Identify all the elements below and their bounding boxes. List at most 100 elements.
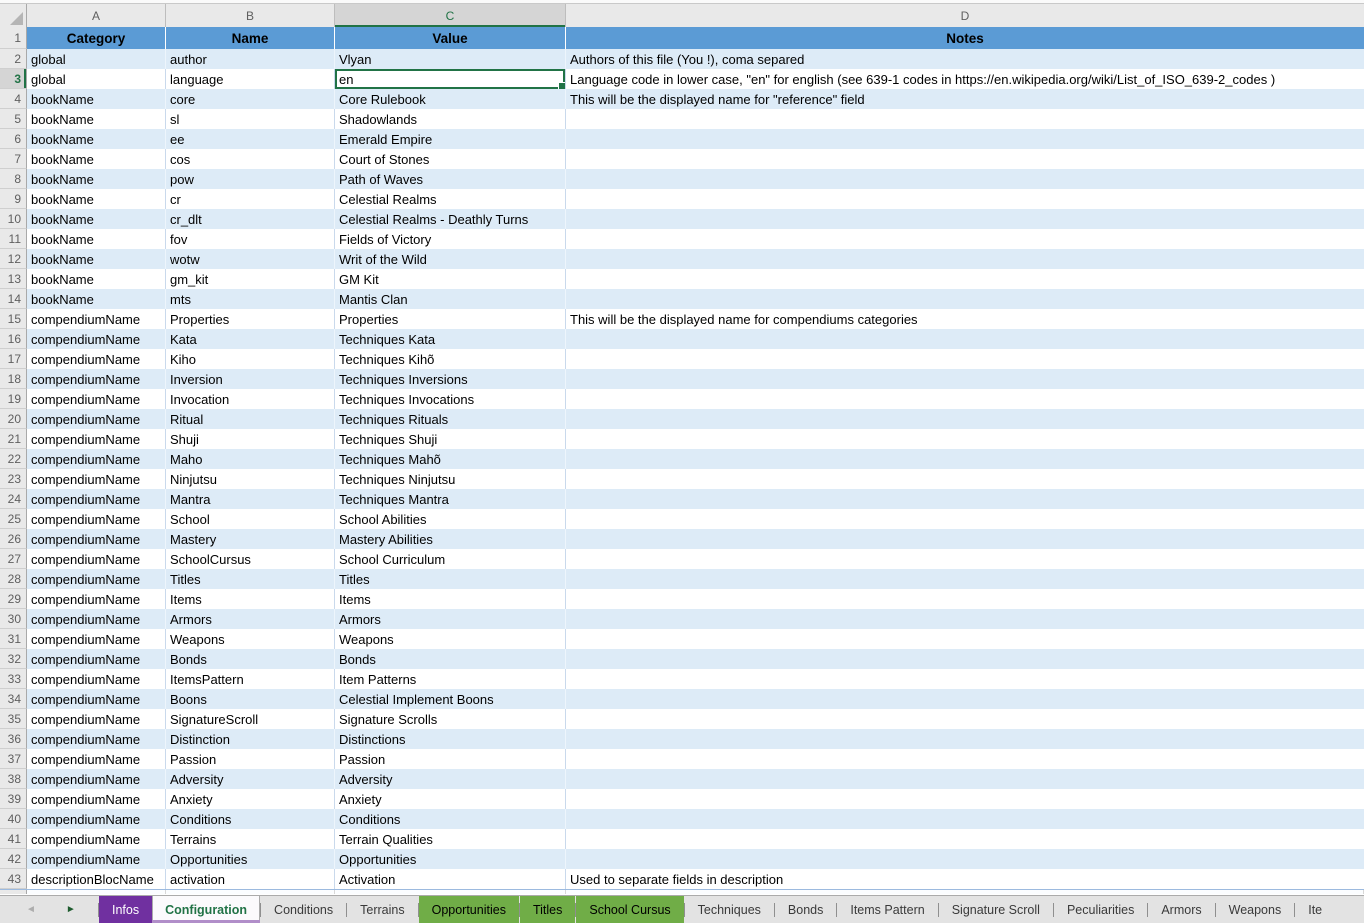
- cell-D11[interactable]: [566, 229, 1364, 249]
- cell-C29[interactable]: Items: [335, 589, 566, 609]
- cell-B18[interactable]: Inversion: [166, 369, 335, 389]
- cell-C20[interactable]: Techniques Rituals: [335, 409, 566, 429]
- cell-D3[interactable]: Language code in lower case, "en" for en…: [566, 69, 1364, 89]
- cell-B27[interactable]: SchoolCursus: [166, 549, 335, 569]
- cell-C38[interactable]: Adversity: [335, 769, 566, 789]
- cell-D24[interactable]: [566, 489, 1364, 509]
- select-all-corner[interactable]: [0, 4, 27, 27]
- cell-C30[interactable]: Armors: [335, 609, 566, 629]
- cell-A16[interactable]: compendiumName: [27, 329, 166, 349]
- cell-B14[interactable]: mts: [166, 289, 335, 309]
- sheet-tab-techniques[interactable]: Techniques: [685, 896, 774, 923]
- cell-A41[interactable]: compendiumName: [27, 829, 166, 849]
- row-number-37[interactable]: 37: [0, 749, 27, 769]
- cell-C25[interactable]: School Abilities: [335, 509, 566, 529]
- cell-B26[interactable]: Mastery: [166, 529, 335, 549]
- row-number-43[interactable]: 43: [0, 869, 27, 889]
- cell-A8[interactable]: bookName: [27, 169, 166, 189]
- cell-C9[interactable]: Celestial Realms: [335, 189, 566, 209]
- column-header-b[interactable]: B: [166, 4, 335, 27]
- cell-D15[interactable]: This will be the displayed name for comp…: [566, 309, 1364, 329]
- sheet-tab-weapons[interactable]: Weapons: [1216, 896, 1295, 923]
- cell-C37[interactable]: Passion: [335, 749, 566, 769]
- cell-B29[interactable]: Items: [166, 589, 335, 609]
- row-number-16[interactable]: 16: [0, 329, 27, 349]
- cell-D19[interactable]: [566, 389, 1364, 409]
- cell-B10[interactable]: cr_dlt: [166, 209, 335, 229]
- cell-D37[interactable]: [566, 749, 1364, 769]
- row-number-20[interactable]: 20: [0, 409, 27, 429]
- cell-B40[interactable]: Conditions: [166, 809, 335, 829]
- cell-D8[interactable]: [566, 169, 1364, 189]
- sheet-tab-opportunities[interactable]: Opportunities: [419, 896, 519, 923]
- cell-B5[interactable]: sl: [166, 109, 335, 129]
- row-number-27[interactable]: 27: [0, 549, 27, 569]
- cell-A39[interactable]: compendiumName: [27, 789, 166, 809]
- cell-D5[interactable]: [566, 109, 1364, 129]
- cell-B43[interactable]: activation: [166, 869, 335, 889]
- cell-D36[interactable]: [566, 729, 1364, 749]
- cell-A25[interactable]: compendiumName: [27, 509, 166, 529]
- cell-B17[interactable]: Kiho: [166, 349, 335, 369]
- cell-B38[interactable]: Adversity: [166, 769, 335, 789]
- cell-A21[interactable]: compendiumName: [27, 429, 166, 449]
- sheet-tab-conditions[interactable]: Conditions: [261, 896, 346, 923]
- cell-C21[interactable]: Techniques Shuji: [335, 429, 566, 449]
- row-number-42[interactable]: 42: [0, 849, 27, 869]
- cell-A11[interactable]: bookName: [27, 229, 166, 249]
- cell-A37[interactable]: compendiumName: [27, 749, 166, 769]
- cell-D20[interactable]: [566, 409, 1364, 429]
- row-number-8[interactable]: 8: [0, 169, 27, 189]
- row-number-14[interactable]: 14: [0, 289, 27, 309]
- row-number-5[interactable]: 5: [0, 109, 27, 129]
- sheet-tab-terrains[interactable]: Terrains: [347, 896, 417, 923]
- sheet-tab-configuration[interactable]: Configuration: [152, 896, 260, 923]
- cell-D21[interactable]: [566, 429, 1364, 449]
- cell-A40[interactable]: compendiumName: [27, 809, 166, 829]
- cell-B25[interactable]: School: [166, 509, 335, 529]
- row-number-12[interactable]: 12: [0, 249, 27, 269]
- cell-C13[interactable]: GM Kit: [335, 269, 566, 289]
- cell-A2[interactable]: global: [27, 49, 166, 69]
- cell-B3[interactable]: language: [166, 69, 335, 89]
- sheet-tab-ite[interactable]: Ite: [1295, 896, 1335, 923]
- cell-C4[interactable]: Core Rulebook: [335, 89, 566, 109]
- cell-C18[interactable]: Techniques Inversions: [335, 369, 566, 389]
- cell-C35[interactable]: Signature Scrolls: [335, 709, 566, 729]
- cell-A14[interactable]: bookName: [27, 289, 166, 309]
- cell-C15[interactable]: Properties: [335, 309, 566, 329]
- cell-C11[interactable]: Fields of Victory: [335, 229, 566, 249]
- cell-A4[interactable]: bookName: [27, 89, 166, 109]
- cell-A22[interactable]: compendiumName: [27, 449, 166, 469]
- cell-A20[interactable]: compendiumName: [27, 409, 166, 429]
- cell-D12[interactable]: [566, 249, 1364, 269]
- cell-C42[interactable]: Opportunities: [335, 849, 566, 869]
- cell-C27[interactable]: School Curriculum: [335, 549, 566, 569]
- cell-C8[interactable]: Path of Waves: [335, 169, 566, 189]
- cell-C5[interactable]: Shadowlands: [335, 109, 566, 129]
- cell-A38[interactable]: compendiumName: [27, 769, 166, 789]
- cell-D31[interactable]: [566, 629, 1364, 649]
- sheet-tab-school-cursus[interactable]: School Cursus: [576, 896, 683, 923]
- cell-B9[interactable]: cr: [166, 189, 335, 209]
- cell-C41[interactable]: Terrain Qualities: [335, 829, 566, 849]
- cell-A35[interactable]: compendiumName: [27, 709, 166, 729]
- cell-C39[interactable]: Anxiety: [335, 789, 566, 809]
- cell-B22[interactable]: Maho: [166, 449, 335, 469]
- cell-B32[interactable]: Bonds: [166, 649, 335, 669]
- cell-A17[interactable]: compendiumName: [27, 349, 166, 369]
- row-number-13[interactable]: 13: [0, 269, 27, 289]
- row-number-6[interactable]: 6: [0, 129, 27, 149]
- cell-D18[interactable]: [566, 369, 1364, 389]
- cell-A34[interactable]: compendiumName: [27, 689, 166, 709]
- column-header-d[interactable]: D: [566, 4, 1364, 27]
- cell-A36[interactable]: compendiumName: [27, 729, 166, 749]
- cell-D17[interactable]: [566, 349, 1364, 369]
- table-header-value[interactable]: Value: [335, 27, 566, 49]
- cell-A26[interactable]: compendiumName: [27, 529, 166, 549]
- cell-C12[interactable]: Writ of the Wild: [335, 249, 566, 269]
- cell-A30[interactable]: compendiumName: [27, 609, 166, 629]
- cell-B31[interactable]: Weapons: [166, 629, 335, 649]
- cell-B24[interactable]: Mantra: [166, 489, 335, 509]
- sheet-tab-armors[interactable]: Armors: [1148, 896, 1214, 923]
